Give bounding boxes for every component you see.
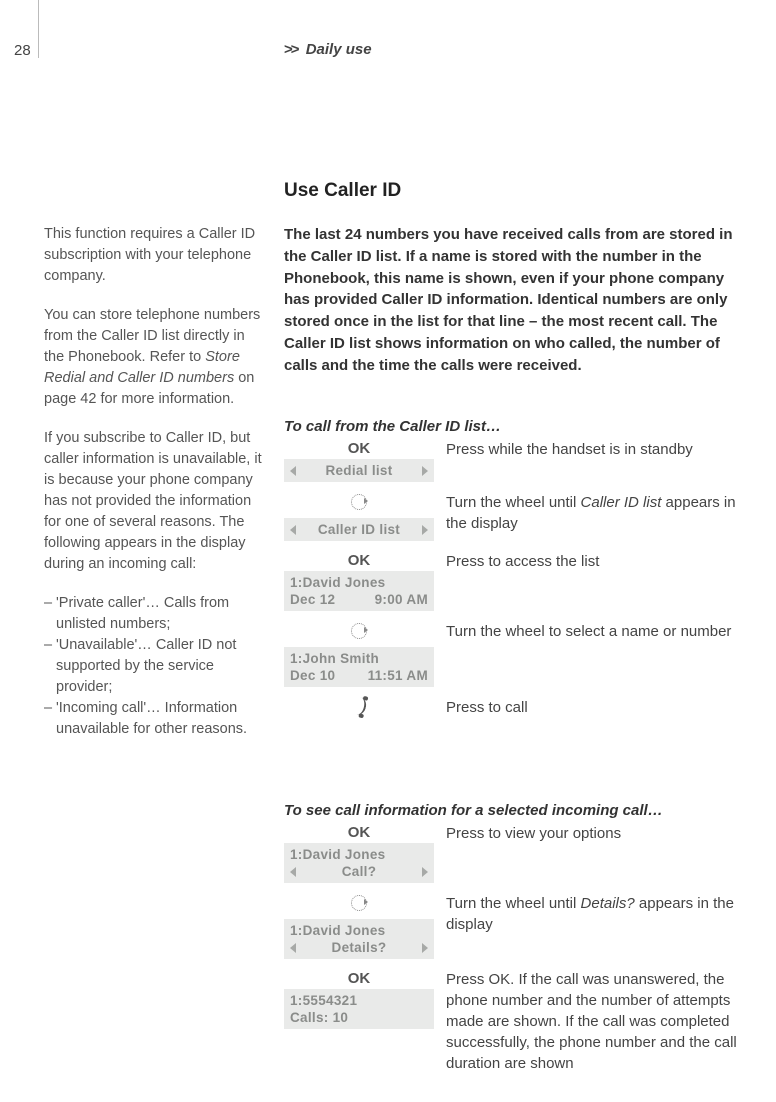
step-description: Turn the wheel to select a name or numbe… xyxy=(434,621,746,642)
step-description: Turn the wheel until Details? appears in… xyxy=(434,893,746,935)
phone-screen: Redial list xyxy=(284,459,434,482)
procedure-heading: To call from the Caller ID list… xyxy=(284,416,746,437)
step-description: Turn the wheel until Caller ID list appe… xyxy=(434,492,746,534)
step-description: Press to call xyxy=(434,697,746,718)
sidebar-bullets: –'Private caller'… Calls from unlisted n… xyxy=(44,593,266,740)
running-header-text: Daily use xyxy=(306,41,372,58)
step: OK Redial list Press while the handset i… xyxy=(284,439,746,482)
procedure-block-2: To see call information for a selected i… xyxy=(284,786,746,1084)
wheel-icon xyxy=(351,494,367,510)
sidebar-p3: If you subscribe to Caller ID, but calle… xyxy=(44,428,266,575)
bullet-item: –'Unavailable'… Caller ID not supported … xyxy=(44,635,266,698)
phone-screen: 1:5554321 Calls: 10 xyxy=(284,989,434,1029)
phone-screen: Caller ID list xyxy=(284,518,434,541)
triangle-right-icon xyxy=(422,867,428,877)
phone-screen: 1:David Jones Details? xyxy=(284,919,434,959)
phone-screen: 1:David Jones Dec 129:00 AM xyxy=(284,571,434,611)
step-description: Press to view your options xyxy=(434,823,746,844)
phone-screen: 1:John Smith Dec 1011:51 AM xyxy=(284,647,434,687)
running-header: >> Daily use xyxy=(284,39,372,60)
bullet-item: –'Incoming call'… Information unavailabl… xyxy=(44,698,266,740)
ok-label: OK xyxy=(284,439,434,459)
ok-label: OK xyxy=(284,823,434,843)
procedure-block-1: To call from the Caller ID list… OK Redi… xyxy=(284,402,746,729)
step-description: Press while the handset is in standby xyxy=(434,439,746,460)
sidebar-notes: This function requires a Caller ID subsc… xyxy=(44,224,266,740)
call-icon xyxy=(350,696,368,717)
step: 1:David Jones Details? Turn the wheel un… xyxy=(284,893,746,959)
page-title: Use Caller ID xyxy=(284,178,401,205)
phone-screen: 1:David Jones Call? xyxy=(284,843,434,883)
sidebar-p2: You can store telephone numbers from the… xyxy=(44,305,266,410)
ok-label: OK xyxy=(284,551,434,571)
wheel-icon xyxy=(351,623,367,639)
step: OK 1:David Jones Dec 129:00 AM Press to … xyxy=(284,551,746,611)
ok-label: OK xyxy=(284,969,434,989)
step: OK 1:David Jones Call? Press to view you… xyxy=(284,823,746,883)
bullet-item: –'Private caller'… Calls from unlisted n… xyxy=(44,593,266,635)
triangle-right-icon xyxy=(422,943,428,953)
intro-paragraph: The last 24 numbers you have received ca… xyxy=(284,224,746,376)
step: Caller ID list Turn the wheel until Call… xyxy=(284,492,746,541)
wheel-icon xyxy=(351,895,367,911)
margin-rule xyxy=(38,0,39,58)
step: Press to call xyxy=(284,697,746,719)
page-number: 28 xyxy=(14,40,31,61)
step: OK 1:5554321 Calls: 10 Press OK. If the … xyxy=(284,969,746,1074)
chevron-icon: >> xyxy=(284,41,298,58)
step-description: Press OK. If the call was unanswered, th… xyxy=(434,969,746,1074)
step-description: Press to access the list xyxy=(434,551,746,572)
triangle-right-icon xyxy=(422,525,428,535)
step: 1:John Smith Dec 1011:51 AM Turn the whe… xyxy=(284,621,746,687)
procedure-heading: To see call information for a selected i… xyxy=(284,800,746,821)
sidebar-p1: This function requires a Caller ID subsc… xyxy=(44,224,266,287)
triangle-right-icon xyxy=(422,466,428,476)
